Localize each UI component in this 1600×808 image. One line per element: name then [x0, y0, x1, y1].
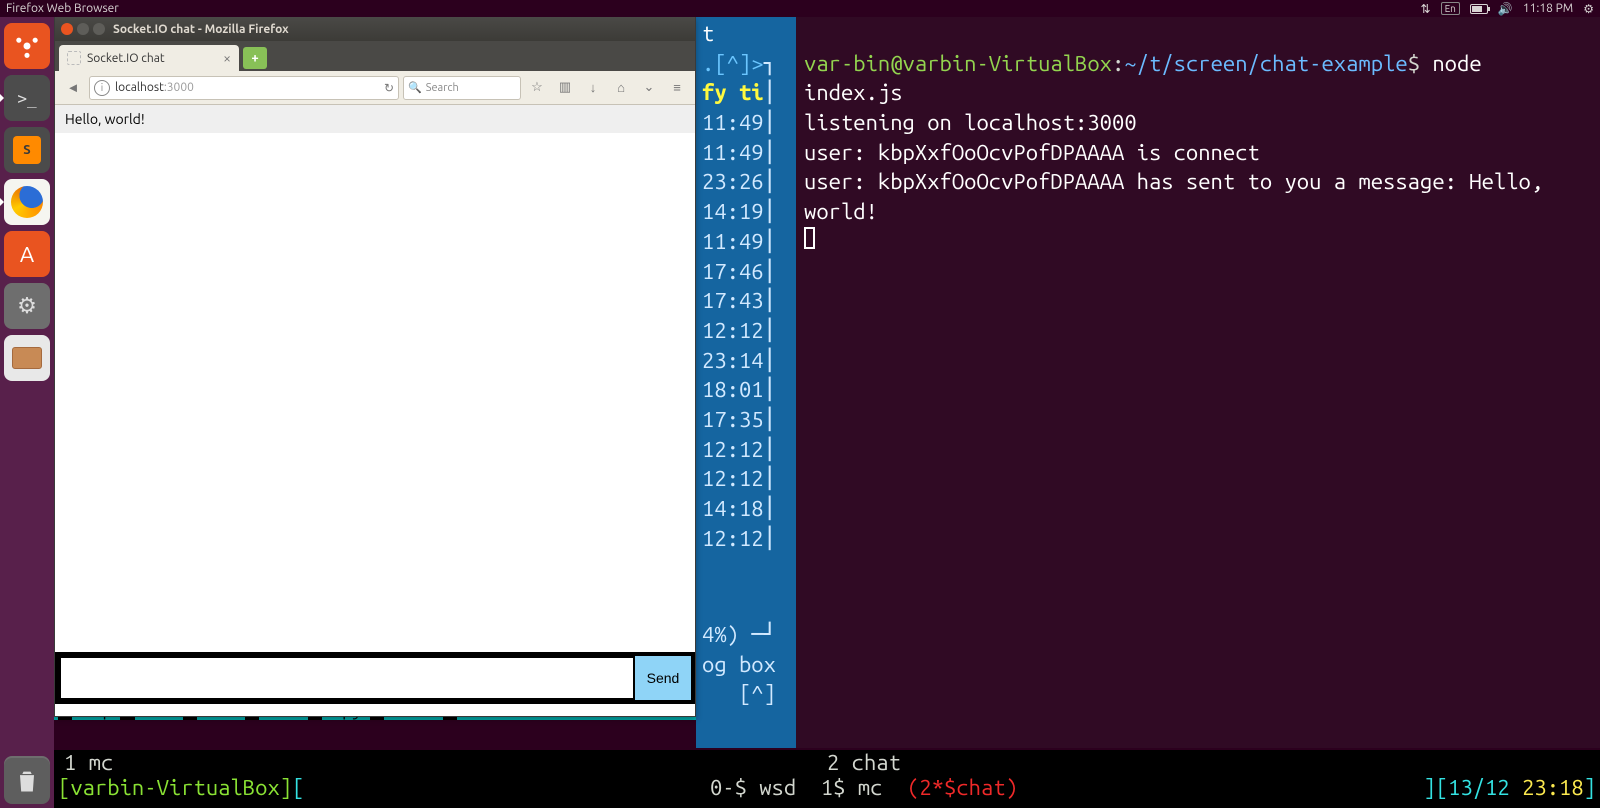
hardstatus-tab-active[interactable]: 2*$chat [919, 775, 1005, 800]
terminal-output[interactable]: var-bin@varbin-VirtualBox:~/t/screen/cha… [796, 17, 1600, 748]
message-item: Hello, world! [55, 105, 695, 133]
hardstatus-tab-0[interactable]: 0-$ wsd [710, 775, 796, 800]
keyboard-lang-indicator[interactable]: En [1441, 2, 1460, 15]
files-launcher-icon[interactable] [4, 335, 50, 381]
page-content: Hello, world! Send [55, 105, 695, 716]
search-bar[interactable]: 🔍 Search [403, 76, 521, 100]
home-icon[interactable]: ⌂ [609, 76, 633, 100]
back-button[interactable]: ◄ [61, 76, 85, 100]
system-indicators[interactable]: ⇅ En 🔊 11:18 PM ⚙ [1421, 2, 1595, 16]
pocket-icon[interactable]: ⌄ [637, 76, 661, 100]
settings-launcher-icon[interactable]: ⚙ [4, 283, 50, 329]
maximize-icon[interactable] [93, 23, 105, 35]
terminal-prompt-path: ~/t/screen/chat-example [1124, 51, 1407, 76]
message-input[interactable] [59, 656, 635, 700]
bookmark-star-icon[interactable]: ☆ [525, 76, 549, 100]
active-app-title: Firefox Web Browser [6, 2, 119, 15]
terminal-cursor [804, 227, 815, 249]
url-rest: :3000 [164, 81, 194, 94]
tab-socketio-chat[interactable]: Socket.IO chat × [59, 45, 239, 71]
menu-icon[interactable]: ≡ [665, 76, 689, 100]
url-bar[interactable]: i localhost:3000 ↻ [89, 76, 399, 100]
terminal-prompt-user: var-bin@varbin-VirtualBox [804, 51, 1112, 76]
hardstatus-pos: 13/12 [1448, 775, 1510, 800]
send-button[interactable]: Send [635, 656, 691, 700]
minimize-icon[interactable] [77, 23, 89, 35]
firefox-launcher-icon[interactable] [4, 179, 50, 225]
message-list: Hello, world! [55, 105, 695, 133]
site-info-icon[interactable]: i [94, 80, 110, 96]
tab-label: Socket.IO chat [87, 52, 165, 65]
volume-icon[interactable]: 🔊 [1498, 2, 1513, 16]
battery-icon[interactable] [1470, 4, 1488, 14]
hardstatus-clock: 23:18 [1522, 775, 1584, 800]
software-center-launcher-icon[interactable]: A [4, 231, 50, 277]
firefox-window: Socket.IO chat - Mozilla Firefox Socket.… [54, 17, 696, 717]
mc-tail-fragment: 4%) ─┘ og box [^] [696, 620, 796, 709]
terminal-launcher-icon[interactable]: >_ [4, 75, 50, 121]
screen-hardstatus: 1 mc 2 chat [ varbin-VirtualBox ][ 0-$ w… [54, 750, 1600, 808]
search-icon: 🔍 [408, 81, 422, 94]
search-placeholder: Search [426, 82, 459, 94]
top-panel: Firefox Web Browser ⇅ En 🔊 11:18 PM ⚙ [0, 0, 1600, 17]
hardstatus-tab-1[interactable]: 1$ mc [821, 775, 883, 800]
window-title: Socket.IO chat - Mozilla Firefox [113, 23, 289, 36]
hardstatus-host: varbin-VirtualBox [70, 775, 279, 800]
gear-icon[interactable]: ⚙ [1583, 2, 1594, 16]
tab-close-icon[interactable]: × [223, 50, 231, 66]
terminal-window[interactable]: t .[^]>┐ fy ti│ 11:49│ 11:49│ 23:26│ 14:… [696, 17, 1600, 748]
screen-window-1: 1 mc [64, 750, 113, 775]
url-host: localhost [115, 81, 164, 94]
clock-time[interactable]: 11:18 PM [1523, 2, 1573, 15]
tab-favicon [67, 51, 81, 65]
unity-launcher: >_ S A ⚙ [0, 17, 54, 808]
reload-icon[interactable]: ↻ [384, 81, 394, 95]
window-titlebar[interactable]: Socket.IO chat - Mozilla Firefox [55, 17, 695, 41]
new-tab-button[interactable]: + [243, 47, 267, 69]
screen-window-2: 2 chat [827, 750, 901, 775]
navigation-toolbar: ◄ i localhost:3000 ↻ 🔍 Search ☆ ▥ ↓ ⌂ ⌄ … [55, 71, 695, 105]
close-icon[interactable] [61, 23, 73, 35]
sublime-launcher-icon[interactable]: S [4, 127, 50, 173]
network-icon[interactable]: ⇅ [1421, 2, 1431, 16]
trash-icon[interactable] [4, 758, 50, 804]
downloads-icon[interactable]: ↓ [581, 76, 605, 100]
tab-strip: Socket.IO chat × + [55, 41, 695, 71]
chat-form: Send [55, 652, 695, 704]
dash-home-icon[interactable] [4, 23, 50, 69]
library-icon[interactable]: ▥ [553, 76, 577, 100]
